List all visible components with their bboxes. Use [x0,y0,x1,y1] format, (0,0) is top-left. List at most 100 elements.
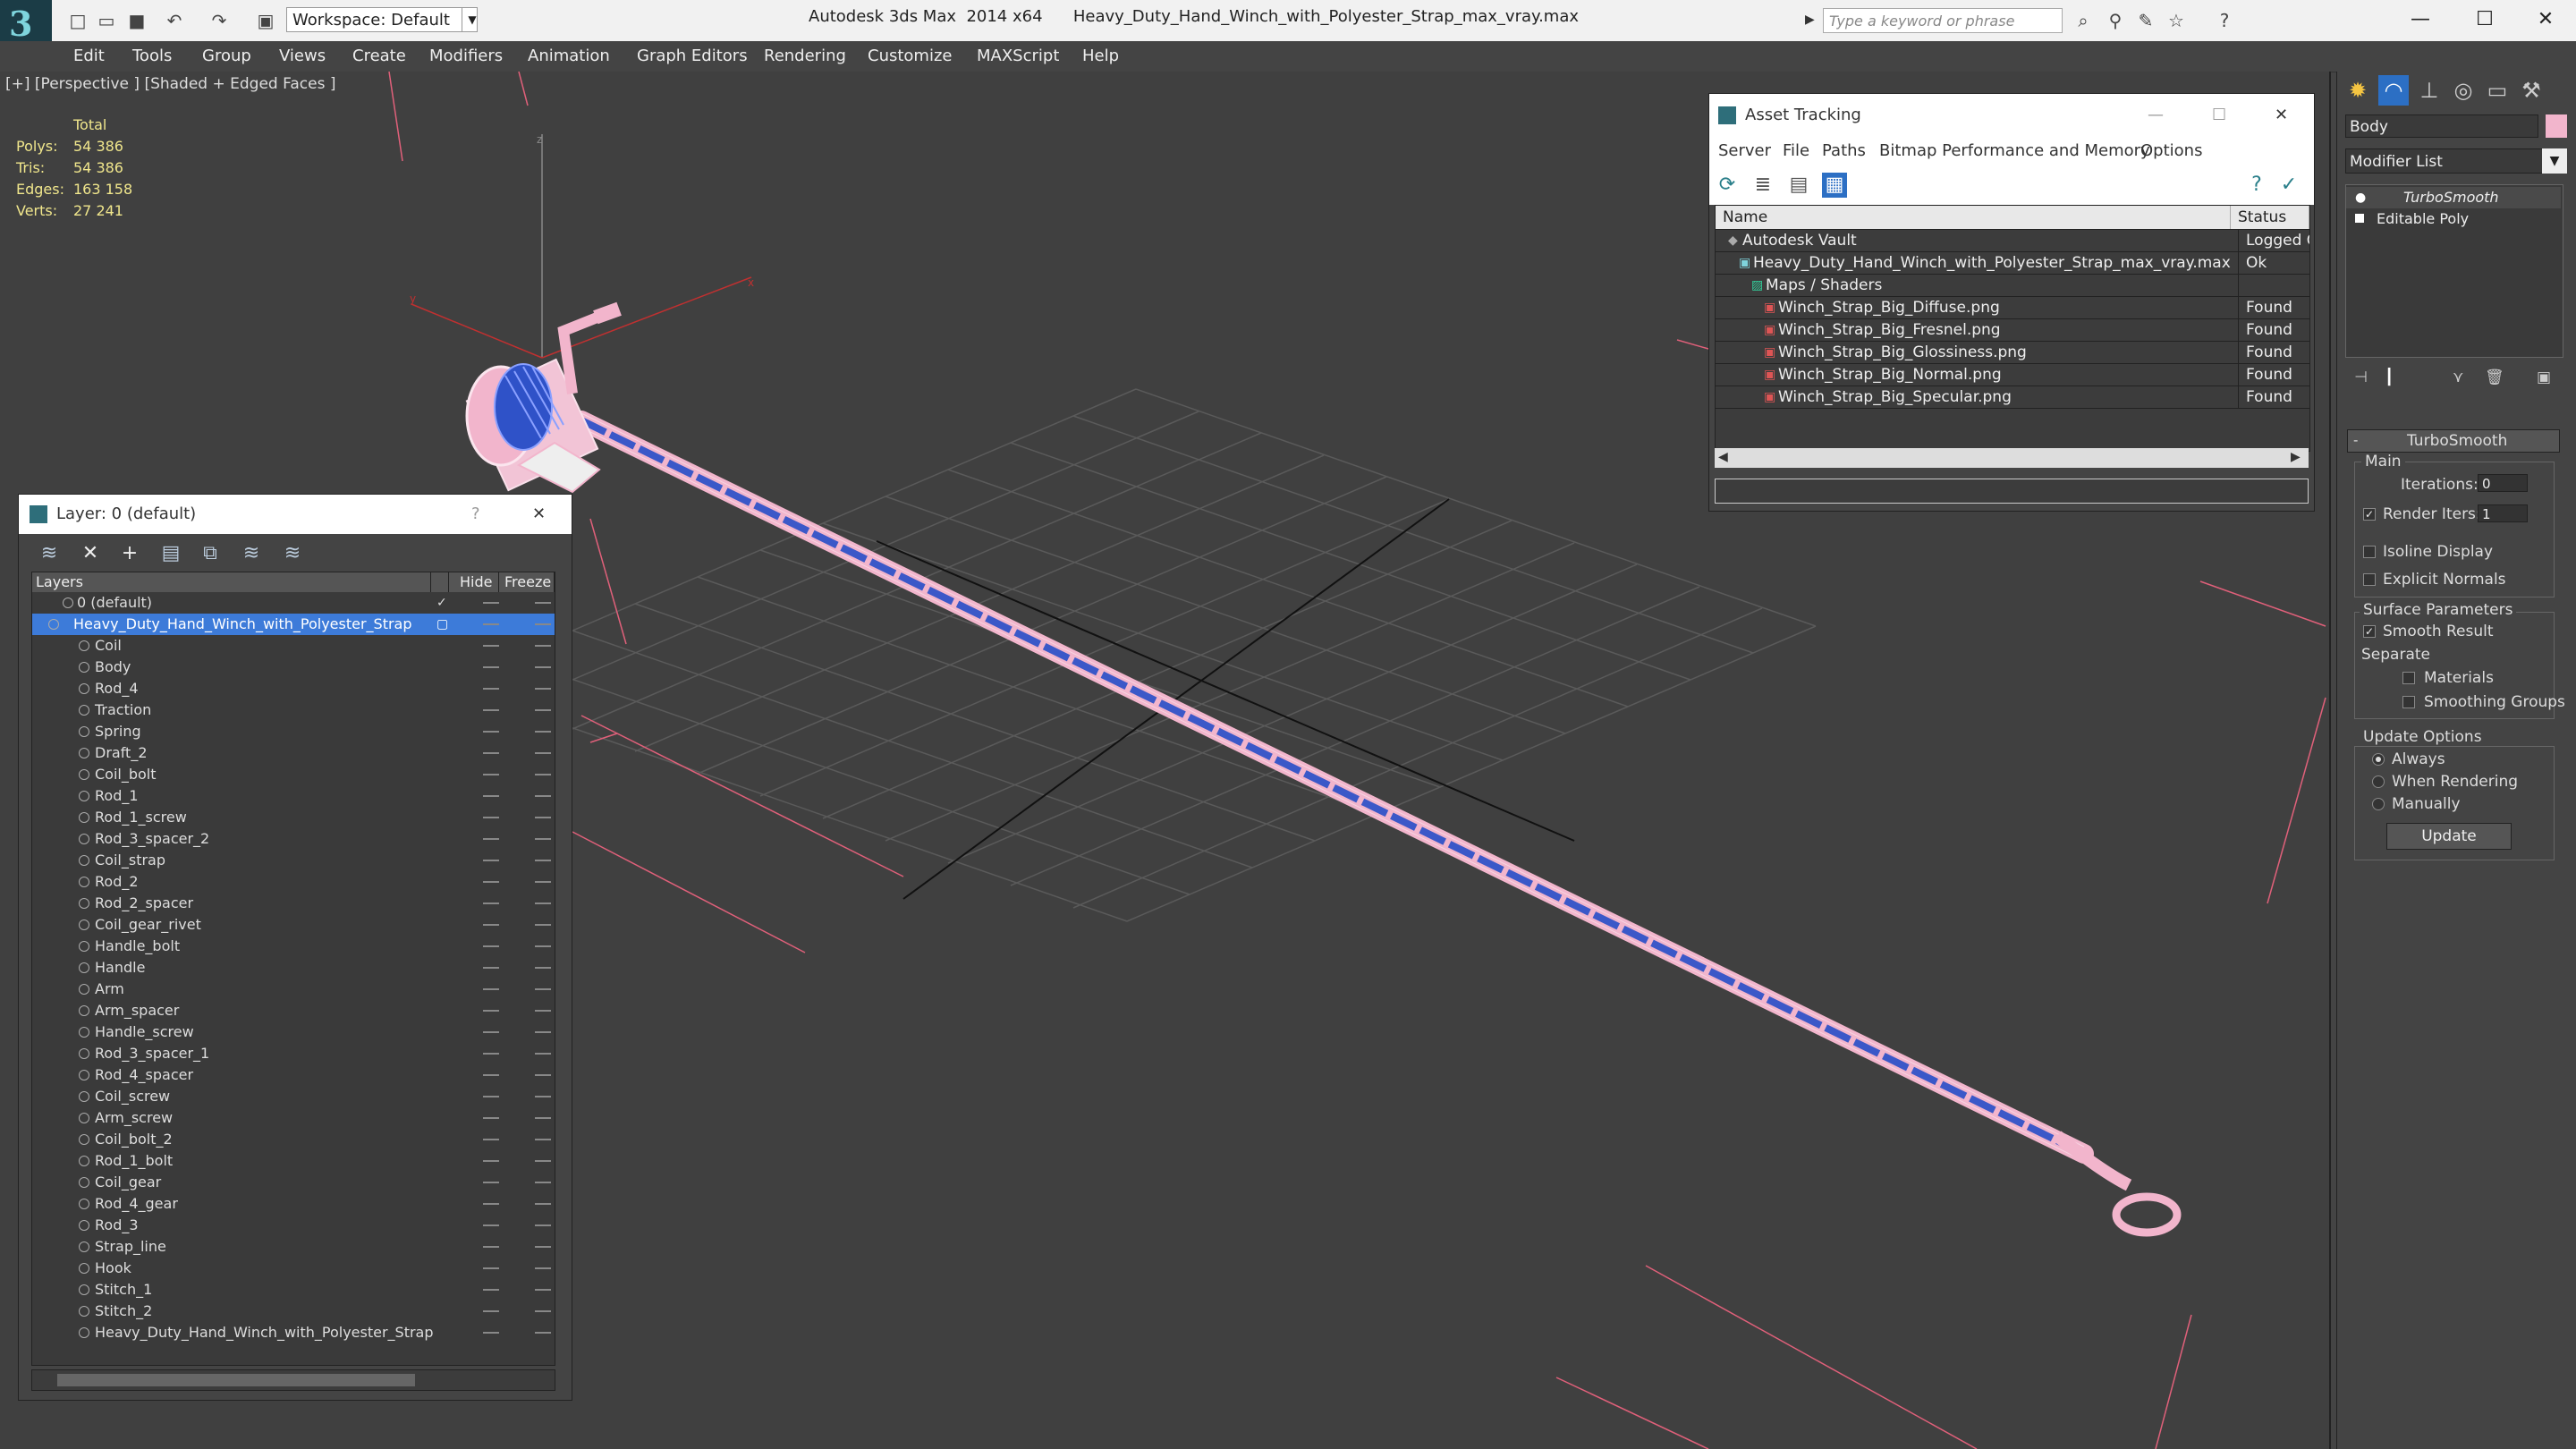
scrollbar-thumb[interactable] [57,1374,415,1386]
hide-toggle[interactable] [483,1332,499,1334]
object-row[interactable]: Coil_gear_rivet [32,914,555,936]
hide-toggle[interactable] [483,623,499,625]
lightbulb-icon[interactable]: ● [2355,187,2366,208]
freeze-toggle[interactable] [535,838,551,840]
asset-maximize-button[interactable]: ☐ [2212,94,2226,137]
freeze-toggle[interactable] [535,795,551,797]
object-row[interactable]: Arm [32,979,555,1000]
asset-minimize-button[interactable]: — [2148,94,2164,137]
make-unique-icon[interactable]: ⋎ [2453,369,2463,386]
hide-toggle[interactable] [483,1182,499,1183]
layer-settings-icon[interactable]: ≋ [37,541,62,566]
utilities-tab-icon[interactable]: ⚒ [2516,75,2546,106]
freeze-toggle[interactable] [535,688,551,690]
hide-toggle[interactable] [483,967,499,969]
asset-row[interactable]: ▨ Maps / Shaders [1716,274,2309,297]
modify-tab-icon[interactable]: ◠ [2378,75,2409,106]
new-file-icon[interactable]: □ [66,9,89,32]
object-row[interactable]: Coil_gear [32,1172,555,1193]
freeze-toggle[interactable] [535,709,551,711]
hide-toggle[interactable] [483,774,499,775]
object-row[interactable]: Spring [32,721,555,742]
menu-group[interactable]: Group [202,41,251,72]
viewport-label[interactable]: [+] [Perspective ] [Shaded + Edged Faces… [5,75,335,93]
object-row[interactable]: Rod_4_gear [32,1193,555,1215]
freeze-toggle[interactable] [535,924,551,926]
freeze-toggle[interactable] [535,1031,551,1033]
hide-toggle[interactable] [483,1074,499,1076]
freeze-toggle[interactable] [535,774,551,775]
smooth-result-checkbox[interactable]: ✓ [2363,625,2376,638]
asset-options-icon[interactable]: ✓ [2276,173,2301,198]
object-row[interactable]: Heavy_Duty_Hand_Winch_with_Polyester_Str… [32,1322,555,1343]
freeze-toggle[interactable] [535,1246,551,1248]
when-rendering-radio[interactable] [2372,775,2385,788]
asset-tracking-titlebar[interactable]: Asset Tracking — ☐ ✕ [1709,94,2314,137]
asset-horizontal-scrollbar[interactable]: ◀ ▶ [1715,448,2309,468]
layer-help-button[interactable]: ? [471,495,480,534]
object-row[interactable]: Stitch_2 [32,1301,555,1322]
project-folder-icon[interactable]: ▣ [254,9,277,32]
favorites-star-icon[interactable]: ☆ [2165,9,2188,32]
freeze-toggle[interactable] [535,752,551,754]
chevron-down-icon[interactable]: ▼ [2542,148,2567,174]
hide-toggle[interactable] [483,752,499,754]
pin-stack-icon[interactable]: ⊣ [2354,369,2368,386]
scroll-right-icon[interactable]: ▶ [2291,450,2301,464]
freeze-toggle[interactable] [535,1203,551,1205]
hide-toggle[interactable] [483,988,499,990]
hierarchy-tab-icon[interactable]: ⊥ [2414,75,2445,106]
select-objects-icon[interactable]: ▤ [158,541,183,566]
menu-help[interactable]: Help [1082,41,1119,72]
freeze-toggle[interactable] [535,1053,551,1055]
hide-toggle[interactable] [483,1053,499,1055]
object-row[interactable]: Draft_2 [32,742,555,764]
hide-toggle[interactable] [483,1310,499,1312]
hide-toggle[interactable] [483,1031,499,1033]
isoline-display-checkbox[interactable] [2363,546,2376,558]
render-iters-checkbox[interactable]: ✓ [2363,508,2376,521]
detail-view-icon[interactable]: ▤ [1786,173,1811,198]
set-active-layer-icon[interactable]: ▢ [436,614,448,635]
communication-icon[interactable]: ✎ [2134,9,2157,32]
refresh-icon[interactable]: ⟳ [1715,173,1740,198]
render-iters-spinner[interactable]: 1 [2478,504,2528,522]
object-name-field[interactable]: Body [2345,114,2538,138]
menu-create[interactable]: Create [352,41,406,72]
freeze-toggle[interactable] [535,1182,551,1183]
object-row[interactable]: Rod_3_spacer_2 [32,828,555,850]
freeze-toggle[interactable] [535,945,551,947]
iterations-spinner[interactable]: 0 [2478,474,2528,492]
list-view-icon[interactable]: ≣ [1750,173,1775,198]
asset-table[interactable]: Name Status ◆Autodesk VaultLogged O▣Heav… [1715,205,2310,452]
freeze-toggle[interactable] [535,1074,551,1076]
subscription-icon[interactable]: ⚲ [2104,9,2127,32]
hide-toggle[interactable] [483,1246,499,1248]
status-column-header[interactable]: Status [2231,206,2309,229]
turbosmooth-rollout-header[interactable]: - TurboSmooth [2347,429,2560,453]
menu-edit[interactable]: Edit [73,41,105,72]
object-row[interactable]: Coil [32,635,555,657]
freeze-toggle[interactable] [535,645,551,647]
freeze-toggle[interactable] [535,1096,551,1097]
object-row[interactable]: Stitch_1 [32,1279,555,1301]
freeze-toggle[interactable] [535,1010,551,1012]
remove-modifier-icon[interactable]: 🗑 [2485,369,2504,386]
hide-toggle[interactable] [483,1117,499,1119]
asset-menu-file[interactable]: File [1783,137,1809,165]
object-row[interactable]: Coil_bolt [32,764,555,785]
object-row[interactable]: Strap_line [32,1236,555,1258]
menu-tools[interactable]: Tools [132,41,172,72]
redo-icon[interactable]: ↷ [208,9,231,32]
hide-toggle[interactable] [483,1010,499,1012]
freeze-toggle[interactable] [535,860,551,861]
name-column-header[interactable]: Name [1716,206,2231,229]
object-row[interactable]: Rod_3_spacer_1 [32,1043,555,1064]
hide-toggle[interactable] [483,902,499,904]
layer-close-button[interactable]: ✕ [532,495,546,534]
save-file-icon[interactable]: ■ [125,9,148,32]
stack-item-editable-poly[interactable]: Editable Poly [2346,208,2561,230]
hide-all-icon[interactable]: ≋ [239,541,264,566]
freeze-toggle[interactable] [535,731,551,733]
hide-column-header[interactable]: Hide [449,572,499,592]
